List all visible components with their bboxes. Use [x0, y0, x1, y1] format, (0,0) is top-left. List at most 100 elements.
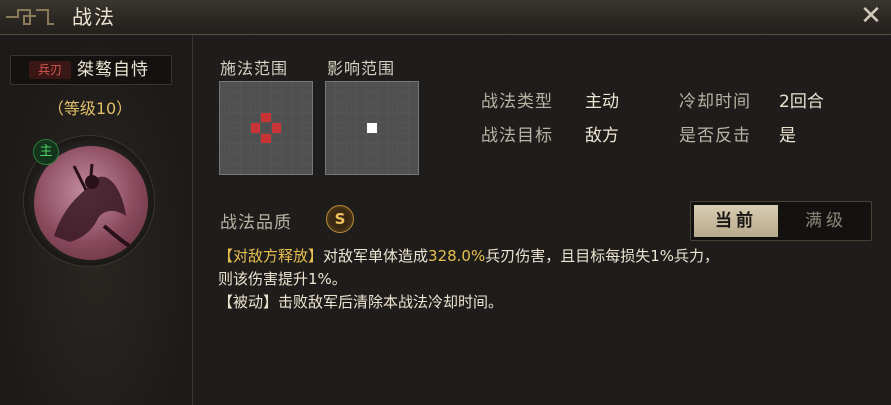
effect-range-cell — [408, 164, 418, 174]
cast-range-cell — [281, 143, 292, 154]
effect-range-cell — [356, 102, 367, 112]
skill-name-box: 兵刃 桀骜自恃 — [10, 55, 172, 85]
description-line-2: 则该伤害提升1%。 — [218, 270, 347, 288]
cast-range-cell — [250, 102, 261, 112]
cast-range-cell — [230, 92, 240, 102]
cast-range-cell — [230, 123, 240, 133]
effect-range-cell — [336, 133, 346, 143]
effect-range-cell — [326, 123, 336, 133]
effect-range-cell — [408, 102, 418, 112]
cast-range-cell — [271, 82, 281, 92]
effect-range-cell — [387, 154, 398, 164]
effect-range-cell — [398, 133, 408, 143]
effect-range-cell — [346, 123, 356, 133]
effect-range-cell — [356, 92, 367, 102]
effect-range-cell — [336, 143, 346, 154]
effect-range-cell — [326, 102, 336, 112]
damage-rate: 328.0% — [428, 247, 486, 265]
effect-range-cell — [377, 112, 387, 123]
cast-range-cell — [292, 123, 302, 133]
active-tag: 【对敌方释放】 — [218, 247, 324, 265]
effect-range-cell — [367, 164, 377, 174]
quality-label: 战法品质 — [220, 213, 292, 233]
effect-range-cell — [398, 102, 408, 112]
effect-range-cell — [387, 164, 398, 174]
effect-range-cell — [387, 143, 398, 154]
cast-range-cell — [261, 164, 271, 174]
close-icon[interactable]: ✕ — [857, 2, 885, 30]
cast-range-label: 施法范围 — [220, 59, 289, 78]
weapon-tag: 兵刃 — [29, 61, 71, 79]
effect-range-grid — [325, 81, 419, 175]
cast-range-cell — [240, 82, 250, 92]
effect-range-cell — [408, 154, 418, 164]
cast-range-cell — [292, 82, 302, 92]
effect-range-cell — [387, 102, 398, 112]
effect-range-cell — [326, 112, 336, 123]
cast-range-cell — [220, 112, 230, 123]
effect-range-cell — [408, 112, 418, 123]
effect-range-cell — [387, 92, 398, 102]
cast-range-cell — [220, 133, 230, 143]
effect-range-cell — [346, 82, 356, 92]
skill-type-value: 主动 — [585, 92, 619, 112]
effect-range-cell — [326, 92, 336, 102]
effect-range-cell — [356, 164, 367, 174]
cast-range-cell — [302, 143, 312, 154]
cast-range-cell — [281, 133, 292, 143]
effect-range-cell — [336, 164, 346, 174]
cast-range-cell — [292, 112, 302, 123]
cast-range-cell — [281, 123, 292, 133]
description-line-3: 【被动】击败敌军后清除本战法冷却时间。 — [218, 291, 868, 314]
effect-range-cell — [346, 143, 356, 154]
effect-range-cell — [356, 154, 367, 164]
cast-range-cell — [220, 143, 230, 154]
cast-range-cell — [230, 164, 240, 174]
description-text: 兵刃伤害，且目标每损失1%兵力， — [485, 247, 720, 265]
cast-range-cell — [250, 92, 261, 102]
cast-range-cell — [230, 102, 240, 112]
cast-range-cell — [220, 102, 230, 112]
effect-range-cell — [367, 102, 377, 112]
effect-range-cell — [326, 154, 336, 164]
cast-range-cell — [240, 164, 250, 174]
cast-range-cell — [271, 112, 281, 123]
cast-range-grid — [219, 81, 313, 175]
effect-range-cell — [398, 164, 408, 174]
cast-range-cell — [261, 154, 271, 164]
effect-range-cell — [387, 123, 398, 133]
cast-range-cell — [292, 143, 302, 154]
cast-range-cell — [292, 164, 302, 174]
window-title: 战法 — [72, 5, 116, 29]
skill-target-label: 战法目标 — [481, 126, 553, 146]
title-bar: 战法 ✕ — [0, 0, 891, 35]
effect-range-cell — [387, 112, 398, 123]
cast-range-cell — [230, 112, 240, 123]
effect-range-cell — [336, 112, 346, 123]
cast-range-cell — [281, 82, 292, 92]
effect-range-cell — [408, 82, 418, 92]
effect-range-cell — [336, 92, 346, 102]
effect-range-cell — [346, 133, 356, 143]
cast-range-cell — [281, 154, 292, 164]
cast-range-cell — [250, 112, 261, 123]
effect-range-cell — [377, 133, 387, 143]
tab-current[interactable]: 当前 — [694, 205, 778, 237]
effect-range-cell — [326, 143, 336, 154]
skill-target-value: 敌方 — [585, 126, 619, 146]
counter-value: 是 — [779, 126, 796, 146]
effect-range-cell — [398, 112, 408, 123]
skill-name: 桀骜自恃 — [77, 60, 149, 80]
cast-range-cell — [261, 112, 271, 123]
effect-range-cell — [356, 133, 367, 143]
effect-range-cell — [356, 143, 367, 154]
cast-range-cell — [220, 154, 230, 164]
cast-range-cell — [302, 82, 312, 92]
skill-detail-panel: 施法范围 影响范围 战法类型 主动 冷却时间 2回合 战法目标 敌方 是否反击 … — [193, 35, 891, 405]
tab-max-level[interactable]: 满级 — [784, 205, 868, 237]
cast-range-cell — [302, 164, 312, 174]
effect-range-cell — [367, 112, 377, 123]
effect-range-cell — [377, 164, 387, 174]
cast-range-cell — [220, 92, 230, 102]
effect-range-cell — [367, 154, 377, 164]
